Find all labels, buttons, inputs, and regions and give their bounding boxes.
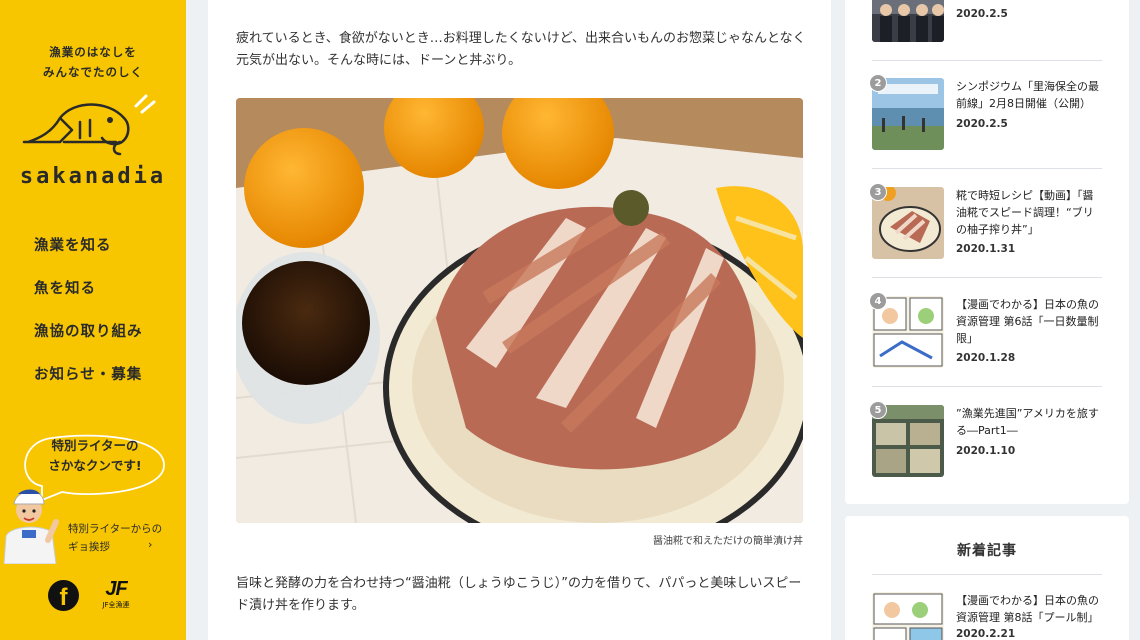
ranking-title[interactable]: 【漫画でわかる】日本の魚の資源管理 第6話「一日数量制限」 xyxy=(956,296,1104,347)
divider xyxy=(872,277,1102,278)
writer-avatar[interactable] xyxy=(0,474,60,564)
ranking-number-badge: 3 xyxy=(869,183,887,201)
chevron-right-icon[interactable]: › xyxy=(148,538,152,551)
new-article-thumbnail[interactable] xyxy=(872,592,944,640)
ranking-date: 2020.1.10 xyxy=(956,445,1016,457)
ranking-number-badge: 4 xyxy=(869,292,887,310)
ranking-item[interactable]: 2 シンポジウム「里海保全の最前線」2月8日開催（公開） 2020.2.5 xyxy=(869,74,1104,178)
ranking-title[interactable]: ”漁業先進国”アメリカを旅する―Part1― xyxy=(956,405,1104,439)
ranking-date: 2020.1.31 xyxy=(956,243,1016,255)
tagline-line-1: 漁業のはなしを xyxy=(49,45,137,59)
article-paragraph: 旨味と発酵の力を合わせ持つ“醤油糀（しょうゆこうじ）”の力を借りて、パパっと美味… xyxy=(236,576,802,613)
fish-logo-icon[interactable] xyxy=(20,92,160,162)
nav-item-gyokyo[interactable]: 漁協の取り組み xyxy=(34,322,143,365)
nav-item-sakana[interactable]: 魚を知る xyxy=(34,279,143,322)
writer-title-line-1: 特別ライターの xyxy=(51,438,139,453)
ranking-card: 2020.2.5 2 シンポジウム「里海保全の最前線」2月8日開催（公開） 20… xyxy=(845,0,1129,504)
ranking-item[interactable]: 3 糀で時短レシピ【動画】「醤油糀でスピード調理！“ブリの柚子搾り丼”」 202… xyxy=(869,183,1104,287)
new-articles-card: 新着記事 【漫画でわかる】日本の魚の資源管理 第8話「プール制」 2020.2.… xyxy=(845,516,1129,640)
divider xyxy=(872,60,1102,61)
special-writer-title: 特別ライターの さかなクンです! xyxy=(30,436,160,476)
ranking-date: 2020.1.28 xyxy=(956,352,1016,364)
photo-caption: 醤油糀で和えただけの簡単漬け丼 xyxy=(653,536,803,547)
ranking-item[interactable]: 4 【漫画でわかる】日本の魚の資源管理 第6話「一日数量制限」 2020.1.2… xyxy=(869,292,1104,396)
ranking-number-badge: 5 xyxy=(869,401,887,419)
writer-title-line-2: さかなクンです! xyxy=(48,458,142,473)
tagline-line-2: みんなでたのしく xyxy=(43,65,143,79)
ranking-date: 2020.2.5 xyxy=(956,118,1008,130)
new-article-title[interactable]: 【漫画でわかる】日本の魚の資源管理 第8話「プール制」 xyxy=(956,592,1106,626)
sidebar: 漁業のはなしを みんなでたのしく sakanadia 漁業を知る 魚を知る 漁協… xyxy=(0,0,186,640)
nav-item-oshirase[interactable]: お知らせ・募集 xyxy=(34,365,143,408)
main-navigation: 漁業を知る 魚を知る 漁協の取り組み お知らせ・募集 xyxy=(34,236,143,408)
article-body: 疲れているとき、食欲がないとき…お料理したくないけど、出来合いもんのお惣菜じゃな… xyxy=(208,0,831,640)
ranking-date: 2020.2.5 xyxy=(956,8,1008,20)
divider xyxy=(872,574,1102,575)
donburi-photo xyxy=(236,98,803,523)
ranking-number-badge: 2 xyxy=(869,74,887,92)
jf-name: JF全漁連 xyxy=(102,601,130,609)
writer-link-line-1: 特別ライターからの xyxy=(68,523,163,535)
ranking-title[interactable]: シンポジウム「里海保全の最前線」2月8日開催（公開） xyxy=(956,78,1104,112)
ranking-item[interactable]: 5 ”漁業先進国”アメリカを旅する―Part1― 2020.1.10 xyxy=(869,401,1104,505)
divider xyxy=(872,386,1102,387)
ranking-title[interactable]: 糀で時短レシピ【動画】「醤油糀でスピード調理！“ブリの柚子搾り丼”」 xyxy=(956,187,1104,238)
site-tagline: 漁業のはなしを みんなでたのしく xyxy=(0,42,186,82)
new-article-date: 2020.2.21 xyxy=(956,628,1016,640)
site-logo-wordmark[interactable]: sakanadia xyxy=(0,164,186,189)
new-articles-heading: 新着記事 xyxy=(957,543,1017,559)
divider xyxy=(872,168,1102,169)
jf-zengyoren-logo[interactable]: JF JF全漁連 xyxy=(96,578,136,614)
jf-mark: JF xyxy=(105,578,127,600)
article-paragraph: 疲れているとき、食欲がないとき…お料理したくないけど、出来合いもんのお惣菜じゃな… xyxy=(236,31,806,68)
ranking-thumbnail[interactable] xyxy=(872,0,944,42)
facebook-icon[interactable]: f xyxy=(48,580,79,611)
nav-item-gyogyo[interactable]: 漁業を知る xyxy=(34,236,143,279)
